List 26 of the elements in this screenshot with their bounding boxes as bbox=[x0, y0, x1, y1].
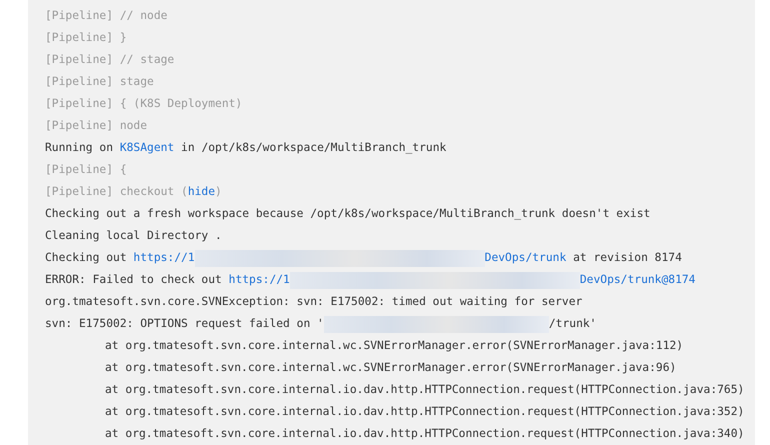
log-line: [Pipeline] { (K8S Deployment) bbox=[45, 96, 244, 112]
log-line: at org.tmatesoft.svn.core.internal.io.dav.http.HTTPConnection.request(HTTPConnection.java:352) bbox=[104, 404, 746, 420]
log-line: [Pipeline] node bbox=[45, 118, 148, 134]
log-line: Checking out a fresh workspace because /opt/k8s/workspace/MultiBranch_trunk doesn't exist bbox=[45, 206, 652, 222]
log-line: [Pipeline] // stage bbox=[45, 52, 176, 68]
log-line: [Pipeline] } bbox=[45, 30, 128, 46]
log-line: at org.tmatesoft.svn.core.internal.io.dav.http.HTTPConnection.request(HTTPConnection.java:765) bbox=[104, 382, 746, 398]
log-line: Running on K8SAgent in /opt/k8s/workspace/MultiBranch_trunk bbox=[45, 137, 755, 159]
log-line: [Pipeline] stage bbox=[45, 74, 155, 90]
log-link[interactable]: DevOps/trunk@8174 bbox=[580, 269, 696, 291]
log-line: ERROR: Failed to check out https://1 DevOps/trunk@8174 bbox=[45, 269, 755, 291]
log-line: org.tmatesoft.svn.core.SVNException: svn: E175002: timed out waiting for server bbox=[45, 294, 584, 310]
log-link[interactable]: K8SAgent bbox=[120, 137, 174, 159]
log-line: svn: E175002: OPTIONS request failed on ' /trunk' bbox=[45, 313, 755, 335]
log-link[interactable]: DevOps/trunk bbox=[484, 247, 566, 269]
log-line: Checking out https://1 DevOps/trunk at revision 8174 bbox=[45, 247, 755, 269]
log-line: [Pipeline] checkout (hide) bbox=[45, 181, 755, 203]
log-link[interactable]: https://1 bbox=[133, 247, 195, 269]
log-link[interactable]: https://1 bbox=[228, 269, 290, 291]
log-line: Cleaning local Directory . bbox=[45, 228, 223, 244]
log-line: [Pipeline] // node bbox=[45, 8, 168, 24]
log-line: at org.tmatesoft.svn.core.internal.io.dav.http.HTTPConnection.request(HTTPConnection.java:340) bbox=[104, 426, 746, 442]
log-link[interactable]: hide bbox=[188, 181, 216, 203]
log-line: [Pipeline] { bbox=[45, 162, 128, 178]
log-line: at org.tmatesoft.svn.core.internal.wc.SVNErrorManager.error(SVNErrorManager.java:96) bbox=[104, 360, 678, 376]
log-line: at org.tmatesoft.svn.core.internal.wc.SVNErrorManager.error(SVNErrorManager.java:112) bbox=[104, 338, 684, 354]
